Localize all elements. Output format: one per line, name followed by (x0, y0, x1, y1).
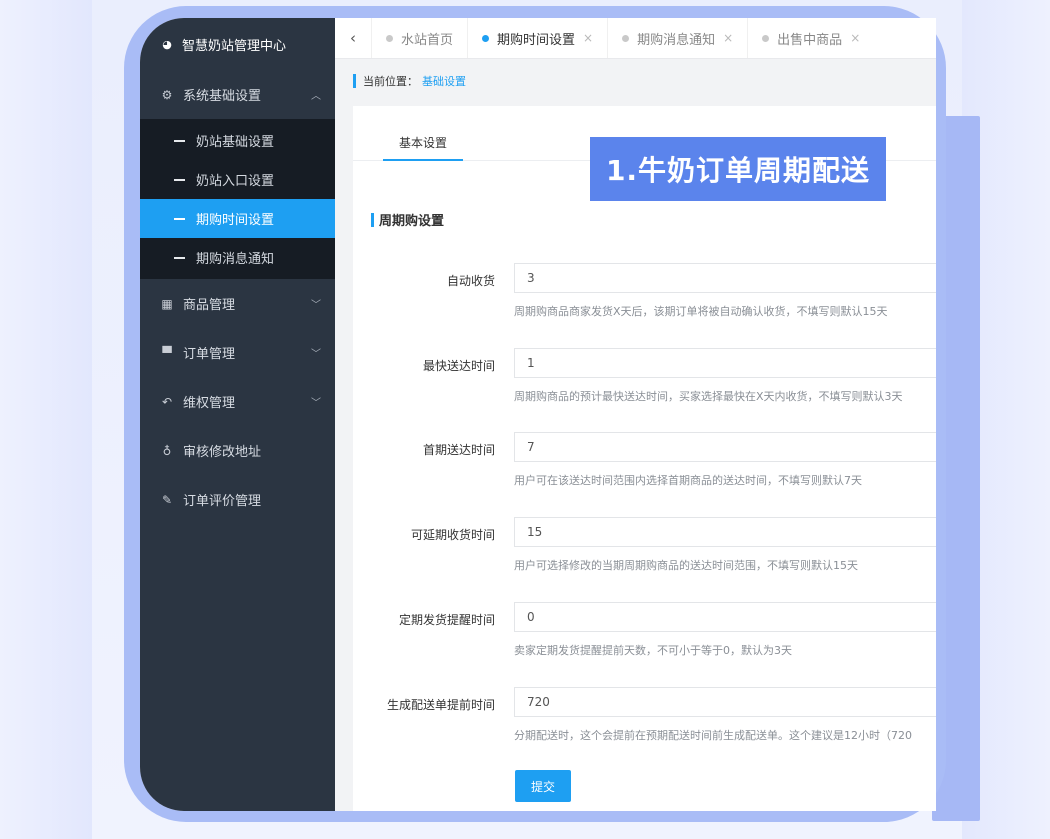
delivery-note-advance-label: 生成配送单提前时间 (386, 698, 495, 712)
auto-receive-help: 周期购商品商家发货X天后，该期订单将被自动确认收货，不填写则默认15天 (514, 305, 888, 318)
sidebar-item-order-review[interactable]: ✎ 订单评价管理 (140, 475, 335, 524)
extend-receive-label: 可延期收货时间 (410, 528, 495, 542)
tab-label: 出售中商品 (777, 32, 843, 48)
sidebar-item-label: 维权管理 (183, 396, 236, 411)
sidebar-subitem-label: 期购消息通知 (196, 252, 275, 267)
chevron-down-icon: ﹀ (311, 349, 321, 360)
edit-icon: ✎ (161, 492, 173, 507)
ship-reminder-input[interactable]: 0 (514, 602, 936, 632)
auto-receive-input[interactable]: 3 (514, 263, 936, 293)
delivery-note-advance-input[interactable]: 720 (514, 687, 936, 717)
sidebar-subitem-label: 奶站入口设置 (196, 174, 275, 189)
submenu-system-settings: 奶站基础设置 奶站入口设置 期购时间设置 期购消息通知 (140, 119, 335, 279)
breadcrumb-marker (353, 74, 356, 88)
calendar-icon: ▦ (161, 296, 173, 311)
chevron-down-icon: ﹀ (311, 398, 321, 409)
sidebar-subitem-station-entry[interactable]: 奶站入口设置 (140, 160, 335, 199)
ship-reminder-help: 卖家定期发货提醒提前天数，不可小于等于0，默认为3天 (514, 644, 792, 657)
sidebar-subitem-period-time[interactable]: 期购时间设置 (140, 199, 335, 238)
sidebar-item-label: 系统基础设置 (183, 89, 262, 104)
gear-icon: ⚙ (161, 87, 173, 102)
tab-label: 期购时间设置 (497, 32, 576, 48)
first-delivery-input[interactable]: 7 (514, 432, 936, 462)
extend-receive-input[interactable]: 15 (514, 517, 936, 547)
close-icon[interactable]: × (850, 31, 860, 45)
tab-dot-icon (762, 34, 770, 42)
chevron-down-icon: ﹀ (311, 300, 321, 311)
sidebar-subitem-station-basic[interactable]: 奶站基础设置 (140, 121, 335, 160)
section-title: 周期购设置 (371, 210, 444, 229)
auto-receive-label: 自动收货 (446, 274, 495, 288)
submit-button[interactable]: 提交 (515, 770, 571, 802)
tab-label: 水站首页 (401, 32, 454, 48)
section-marker (371, 212, 374, 227)
sidebar-item-address-review[interactable]: ♁ 审核修改地址 (140, 426, 335, 475)
first-delivery-help: 用户可在该送达时间范围内选择首期商品的送达时间，不填写则默认7天 (514, 474, 862, 487)
brand-title: 智慧奶站管理中心 (182, 38, 287, 54)
fastest-delivery-help: 周期购商品的预计最快送达时间，买家选择最快在X天内收货，不填写则默认3天 (514, 390, 903, 403)
chevron-up-icon: ︿ (311, 91, 321, 102)
sidebar-item-goods[interactable]: ▦ 商品管理 ﹀ (140, 279, 335, 328)
cart-icon: ▀ (162, 345, 172, 360)
brand[interactable]: ◕ 智慧奶站管理中心 (140, 18, 335, 70)
lightbulb-icon: ♁ (162, 443, 172, 458)
sidebar-subitem-period-notice[interactable]: 期购消息通知 (140, 238, 335, 277)
sidebar-item-label: 订单评价管理 (183, 494, 262, 509)
first-delivery-label: 首期送达时间 (422, 443, 495, 457)
dash-icon (174, 256, 185, 259)
tab-station-home[interactable]: 水站首页 (371, 18, 467, 58)
extend-receive-help: 用户可选择修改的当期周期购商品的送达时间范围，不填写则默认15天 (514, 559, 858, 572)
sidebar-item-label: 审核修改地址 (183, 445, 262, 460)
tab-label: 期购消息通知 (637, 32, 716, 48)
sidebar-item-label: 订单管理 (183, 347, 236, 362)
tab-dot-icon (482, 34, 490, 42)
breadcrumb-prefix: 当前位置： (363, 75, 418, 88)
chevron-left-icon[interactable]: ‹ (335, 29, 371, 47)
sidebar-item-label: 商品管理 (183, 298, 236, 313)
background-left (0, 0, 92, 839)
tab-bar: ‹ 水站首页 期购时间设置 × 期购消息通知 × 出售中商品 × (335, 18, 936, 59)
delivery-note-advance-help: 分期配送时，这个会提前在预期配送时间前生成配送单。这个建议是12小时（720 (514, 729, 912, 742)
dash-icon (174, 178, 185, 181)
dash-icon (174, 217, 185, 220)
sidebar: ◕ 智慧奶站管理中心 ⚙ 系统基础设置 ︿ 奶站基础设置 奶站入口设置 期购时间… (140, 18, 335, 811)
section-title-text: 周期购设置 (379, 214, 445, 229)
breadcrumb: 当前位置： 基础设置 (335, 59, 936, 103)
tab-on-sale[interactable]: 出售中商品 × (747, 18, 874, 58)
sidebar-subitem-label: 期购时间设置 (196, 213, 275, 228)
close-icon[interactable]: × (723, 31, 733, 45)
sidebar-item-system-settings[interactable]: ⚙ 系统基础设置 ︿ (140, 70, 335, 119)
tab-period-time[interactable]: 期购时间设置 × (467, 18, 607, 58)
tab-period-notice[interactable]: 期购消息通知 × (607, 18, 747, 58)
dashboard-icon: ◕ (162, 37, 172, 51)
promo-banner: 1.牛奶订单周期配送 (590, 137, 886, 201)
sidebar-item-orders[interactable]: ▀ 订单管理 ﹀ (140, 328, 335, 377)
ship-reminder-label: 定期发货提醒时间 (398, 613, 495, 627)
close-icon[interactable]: × (583, 31, 593, 45)
reply-icon: ↶ (161, 394, 173, 409)
tab-basic-settings[interactable]: 基本设置 (383, 134, 463, 161)
dash-icon (174, 139, 185, 142)
breadcrumb-current[interactable]: 基础设置 (422, 73, 466, 89)
settings-panel: 基本设置 周期购设置 自动收货 3 周期购商品商家发货X天后，该期订单将被自动确… (353, 106, 936, 811)
sidebar-item-rights[interactable]: ↶ 维权管理 ﹀ (140, 377, 335, 426)
tab-dot-icon (622, 34, 630, 42)
fastest-delivery-label: 最快送达时间 (422, 359, 495, 373)
fastest-delivery-input[interactable]: 1 (514, 348, 936, 378)
sidebar-subitem-label: 奶站基础设置 (196, 135, 275, 150)
tab-dot-icon (386, 34, 393, 42)
